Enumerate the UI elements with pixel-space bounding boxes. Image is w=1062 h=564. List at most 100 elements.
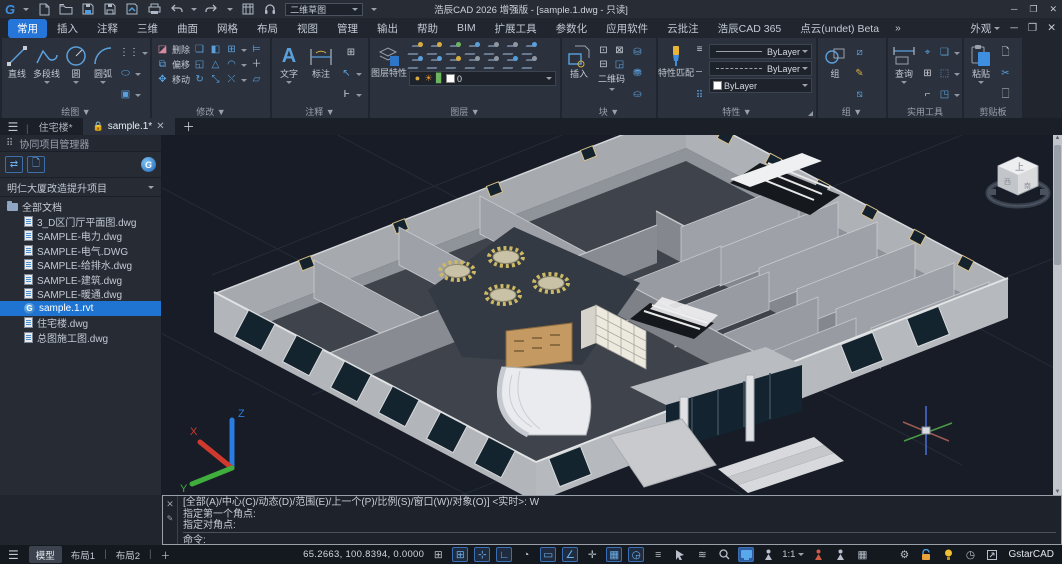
tab-3d[interactable]: 三维 [128, 19, 167, 38]
layer-thaw-icon[interactable] [428, 57, 441, 69]
polyline-caret-icon[interactable] [44, 81, 50, 84]
point-tool-icon[interactable]: ⋮⋮ [119, 46, 139, 59]
qrcode-button[interactable]: 二维码 [598, 72, 625, 85]
ungroup-icon[interactable]: ⧄ [853, 46, 866, 59]
color-select[interactable]: ByLayer [709, 78, 812, 93]
undo-caret-icon[interactable] [191, 8, 197, 11]
block-edit-icon[interactable]: ⊠ [613, 44, 626, 57]
tab-mesh[interactable]: 网格 [208, 19, 247, 38]
quick-select-icon[interactable]: ◳ [938, 88, 951, 101]
ellipse-tool-icon[interactable]: ⬭ [119, 67, 132, 80]
tab-cloud-markup[interactable]: 云批注 [658, 19, 708, 38]
ellipse-caret-icon[interactable] [135, 73, 141, 76]
point-caret-icon[interactable] [142, 52, 148, 55]
doc-list-menu-icon[interactable]: ☰ [0, 118, 26, 135]
hardware-acceleration-icon[interactable] [738, 547, 754, 562]
tab-help[interactable]: 帮助 [408, 19, 447, 38]
status-menu-icon[interactable]: ☰ [8, 548, 19, 562]
layer-off-icon[interactable] [409, 43, 422, 55]
measure-caret-icon[interactable] [901, 81, 907, 84]
layer-on-icon[interactable] [409, 57, 422, 69]
layer-unisolate-icon[interactable] [466, 57, 479, 69]
insert-button[interactable]: 插入 [566, 42, 592, 105]
save-as-icon[interactable] [103, 3, 117, 16]
join-tool-icon[interactable]: ＋ [250, 58, 263, 71]
layer-state-icon[interactable] [504, 57, 517, 69]
doc-tab-sample1[interactable]: 🔒 sample.1* ✕ [83, 118, 175, 135]
layout1-tab[interactable]: 布局1 [68, 548, 98, 562]
tab-parametric[interactable]: 参数化 [547, 19, 597, 38]
layer-walk-icon[interactable] [504, 43, 517, 55]
app-menu-caret-icon[interactable] [23, 8, 29, 11]
layer-unlock-icon[interactable] [447, 57, 460, 69]
tab-bim[interactable]: BIM [448, 20, 485, 36]
redo-icon[interactable] [205, 3, 219, 16]
object-snap-3d-icon[interactable]: ◶ [628, 547, 644, 562]
minimize-button[interactable]: ─ [1011, 4, 1017, 14]
arc-button[interactable]: 圆弧 [92, 42, 114, 105]
group-button[interactable]: 组 [822, 42, 848, 105]
undo-icon[interactable] [169, 3, 183, 16]
block-attach-icon[interactable]: ⊡ [597, 44, 610, 57]
support-headset-icon[interactable] [263, 3, 277, 16]
offset-icon[interactable]: ⧉ [156, 58, 169, 71]
tree-root-all-docs[interactable]: 全部文档 [0, 199, 161, 214]
table-tool-icon[interactable]: ⊞ [340, 46, 362, 59]
history-clock-icon[interactable]: ◷ [962, 547, 978, 562]
command-line-panel[interactable]: ✕ ✎ [全部(A)/中心(C)/动态(D)/范围(E)/上一个(P)/比例(S… [162, 495, 1062, 545]
doc-minimize-button[interactable]: ─ [1010, 22, 1017, 34]
copy-nested-icon[interactable]: ❏ [938, 46, 951, 59]
doc-close-button[interactable]: ✕ [1047, 22, 1056, 34]
project-select[interactable]: 明仁大厦改造提升项目 [0, 178, 161, 197]
properties-expander-icon[interactable] [808, 111, 813, 116]
sync-project-icon[interactable]: ⇄ [5, 156, 23, 173]
copy-tool-icon[interactable]: ❏ [193, 43, 206, 56]
open-file-icon[interactable] [59, 3, 73, 16]
appearance-menu[interactable]: 外观 [970, 21, 1000, 36]
fillet-tool-icon[interactable]: ◠ [225, 58, 238, 71]
ui-lock-icon[interactable] [918, 547, 934, 562]
drawing-viewport[interactable]: 上 西 南 Z X Y [162, 135, 1062, 495]
annotation-visibility-icon[interactable] [760, 547, 776, 562]
linetype-select[interactable]: ByLayer [709, 61, 812, 76]
restore-button[interactable]: ❐ [1029, 4, 1037, 15]
new-doc-tab-button[interactable]: ＋ [175, 118, 203, 135]
trim-caret-icon[interactable] [241, 79, 247, 82]
lineweight-select[interactable]: ByLayer [709, 44, 812, 59]
id-point-icon[interactable]: ⌖ [921, 46, 934, 59]
centerline-tool-icon[interactable]: Ⱶ [340, 88, 353, 101]
doc-tab-zhuzhailou[interactable]: 住宅楼* [29, 118, 83, 135]
block-ref-icon[interactable]: ⛁ [631, 46, 644, 59]
command-edit-icon[interactable]: ✎ [167, 514, 174, 523]
annotation-scale-select[interactable]: 1:1 [782, 549, 804, 560]
panel-group-label[interactable]: 组 ▼ [818, 105, 886, 118]
polyline-button[interactable]: 多段线 [33, 42, 60, 105]
block-create-icon[interactable]: ⊟ [597, 58, 610, 71]
panel-properties-label[interactable]: 特性 ▼ [658, 105, 816, 118]
arc-caret-icon[interactable] [100, 81, 106, 84]
group-select-icon[interactable]: ⧅ [853, 88, 866, 101]
object-snap-tracking-icon[interactable]: ∠ [562, 547, 578, 562]
tab-insert[interactable]: 插入 [48, 19, 87, 38]
offset-button[interactable]: 偏移 [172, 58, 190, 71]
print-icon[interactable] [147, 3, 161, 16]
object-snap-icon[interactable]: ▦ [606, 547, 622, 562]
layer-isolate-icon[interactable] [466, 43, 479, 55]
fullscreen-icon[interactable] [984, 547, 1000, 562]
isodraft-icon[interactable]: ✛ [584, 547, 600, 562]
copy-base-icon[interactable]: 🗌 [999, 88, 1012, 101]
lineweight-display-icon[interactable]: ≡ [650, 547, 666, 562]
tab-layout[interactable]: 布局 [248, 19, 287, 38]
grid-display-icon[interactable]: ⊞ [430, 547, 446, 562]
fillet-caret-icon[interactable] [241, 64, 247, 67]
tab-annotate[interactable]: 注释 [88, 19, 127, 38]
layer-trans-icon[interactable] [523, 57, 536, 69]
layer-properties-button[interactable]: 图层特性 [374, 42, 404, 105]
move-icon[interactable]: ✥ [156, 73, 169, 86]
tree-file[interactable]: SAMPLE-电气.DWG [0, 243, 161, 258]
project-manager-header[interactable]: ⠿ 协同项目管理器 [0, 135, 161, 152]
trim-tool-icon[interactable]: ⤬ [225, 73, 238, 86]
erase-button[interactable]: 删除 [172, 43, 190, 56]
array-caret-icon[interactable] [241, 49, 247, 52]
panel-utilities-label[interactable]: 实用工具 [888, 105, 962, 118]
